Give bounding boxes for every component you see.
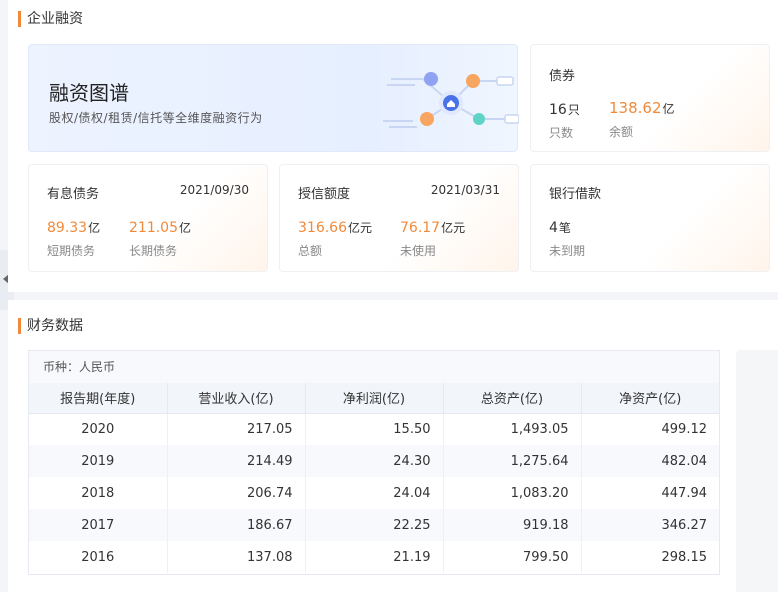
financing-section: 企业融资 融资图谱 股权/债权/租赁/信托等全维度融资行为 债券 16只 只数 … <box>8 0 778 292</box>
long-term-debt-label: 长期债务 <box>129 244 178 258</box>
long-term-debt-value: 211.05 <box>129 220 178 236</box>
short-term-debt-label: 短期债务 <box>47 244 96 258</box>
bonds-count-label: 只数 <box>549 126 574 140</box>
bonds-card[interactable]: 债券 16只 只数 138.62亿 余额 <box>530 44 770 152</box>
table-row: 2019 214.49 24.30 1,275.64 482.04 <box>29 445 719 477</box>
table-cell: 799.50 <box>443 541 582 573</box>
bank-loan-count-label: 未到期 <box>549 244 586 258</box>
financing-graph-icon <box>383 72 519 128</box>
credit-total-unit: 亿元 <box>348 221 373 235</box>
table-cell: 2017 <box>29 509 168 541</box>
bank-loan-count-unit: 笔 <box>558 221 571 235</box>
financial-data-section: 财务数据 币种：人民币 报告期(年度) 营业收入(亿) 净利润(亿) 总资产(亿… <box>8 300 778 592</box>
table-cell: 15.50 <box>305 413 444 445</box>
credit-unused-unit: 亿元 <box>441 221 466 235</box>
interest-debt-title: 有息债务 <box>47 187 100 202</box>
credit-total-label: 总额 <box>298 244 323 258</box>
credit-unused-value: 76.17 <box>400 220 441 236</box>
bonds-title: 债券 <box>549 69 576 84</box>
table-cell: 2020 <box>29 413 168 445</box>
table-cell: 919.18 <box>443 509 582 541</box>
table-cell: 214.49 <box>167 445 306 477</box>
currency-label: 币种：人民币 <box>29 351 719 383</box>
col-total-assets[interactable]: 总资产(亿) <box>443 383 582 414</box>
bank-loan-count-value: 4 <box>549 220 558 236</box>
table-cell: 137.08 <box>167 541 306 573</box>
table-cell: 346.27 <box>581 509 719 541</box>
right-side-panel <box>736 350 778 592</box>
financial-table-panel: 币种：人民币 报告期(年度) 营业收入(亿) 净利润(亿) 总资产(亿) 净资产… <box>28 350 720 575</box>
col-revenue[interactable]: 营业收入(亿) <box>167 383 306 414</box>
credit-line-card[interactable]: 授信额度 2021/03/31 316.66亿元 总额 76.17亿元 未使用 <box>279 164 519 272</box>
bank-loan-card[interactable]: 银行借款 4笔 未到期 <box>530 164 770 272</box>
table-header-row: 报告期(年度) 营业收入(亿) 净利润(亿) 总资产(亿) 净资产(亿) <box>29 383 719 414</box>
table-cell: 24.30 <box>305 445 444 477</box>
table-cell: 1,083.20 <box>443 477 582 509</box>
banner-subtitle: 股权/债权/租赁/信托等全维度融资行为 <box>49 111 263 125</box>
financing-section-title: 企业融资 <box>18 11 83 27</box>
table-cell: 1,493.05 <box>443 413 582 445</box>
table-cell: 499.12 <box>661 421 708 437</box>
table-cell: 447.94 <box>661 485 708 501</box>
table-cell: 2019 <box>29 445 168 477</box>
short-term-debt-value: 89.33 <box>47 220 88 236</box>
credit-total: 316.66亿元 总额 <box>298 219 372 259</box>
long-term-debt-unit: 亿 <box>179 221 192 235</box>
bonds-balance-value: 138.62 <box>609 99 662 117</box>
interest-debt-date: 2021/09/30 <box>179 183 249 197</box>
table-cell: 21.19 <box>305 541 444 573</box>
table-cell: 217.05 <box>167 413 306 445</box>
bonds-count-unit: 只 <box>567 103 580 117</box>
long-term-debt: 211.05亿 长期债务 <box>129 219 191 259</box>
bonds-count: 16只 只数 <box>549 101 580 141</box>
interest-debt-card[interactable]: 有息债务 2021/09/30 89.33亿 短期债务 211.05亿 长期债务 <box>28 164 268 272</box>
table-row: 2020 217.05 15.50 1,493.05 499.12 <box>29 413 719 445</box>
bank-loan-title: 银行借款 <box>549 187 602 202</box>
table-cell: 24.04 <box>305 477 444 509</box>
financing-graph-banner[interactable]: 融资图谱 股权/债权/租赁/信托等全维度融资行为 <box>28 44 519 152</box>
table-row: 2016 137.08 21.19 799.50 298.15 <box>29 541 719 573</box>
table-cell: 2018 <box>29 477 168 509</box>
bonds-balance-unit: 亿 <box>662 102 675 116</box>
table-cell: 206.74 <box>167 477 306 509</box>
table-cell: 1,275.64 <box>443 445 582 477</box>
credit-line-date: 2021/03/31 <box>430 183 500 197</box>
short-term-debt-unit: 亿 <box>88 221 101 235</box>
bonds-balance-label: 余额 <box>609 125 634 139</box>
table-cell: 298.15 <box>661 549 708 565</box>
bonds-balance: 138.62亿 余额 <box>609 99 675 140</box>
table-cell: 482.04 <box>581 445 719 477</box>
financial-table: 报告期(年度) 营业收入(亿) 净利润(亿) 总资产(亿) 净资产(亿) 202… <box>29 383 719 573</box>
col-net-profit[interactable]: 净利润(亿) <box>305 383 444 414</box>
credit-line-title: 授信额度 <box>298 187 351 202</box>
table-row: 2018 206.74 24.04 1,083.20 447.94 <box>29 477 719 509</box>
bonds-count-value: 16 <box>549 102 567 118</box>
credit-total-value: 316.66 <box>298 220 347 236</box>
banner-title: 融资图谱 <box>49 81 129 105</box>
short-term-debt: 89.33亿 短期债务 <box>47 219 100 259</box>
table-cell: 22.25 <box>305 509 444 541</box>
credit-unused: 76.17亿元 未使用 <box>400 219 465 259</box>
table-row: 2017 186.67 22.25 919.18 346.27 <box>29 509 719 541</box>
financial-section-title: 财务数据 <box>18 318 83 334</box>
table-cell: 2016 <box>29 541 168 573</box>
col-net-assets[interactable]: 净资产(亿) <box>581 383 719 414</box>
col-report-period[interactable]: 报告期(年度) <box>29 383 168 414</box>
credit-unused-label: 未使用 <box>400 244 437 258</box>
table-cell: 186.67 <box>167 509 306 541</box>
bank-loan-count: 4笔 未到期 <box>549 219 585 259</box>
